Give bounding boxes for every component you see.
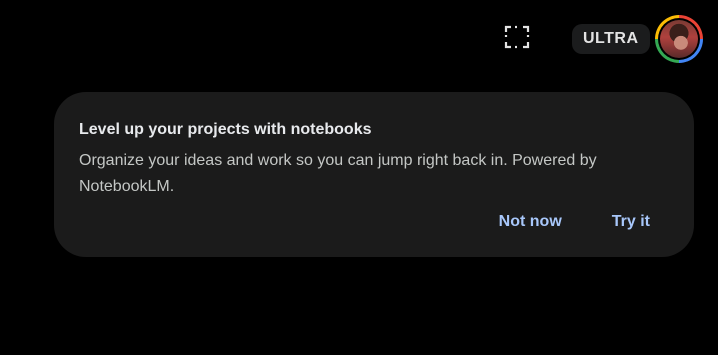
account-avatar-button[interactable] xyxy=(655,15,703,63)
try-it-button[interactable]: Try it xyxy=(598,209,664,235)
promo-description: Organize your ideas and work so you can … xyxy=(79,152,597,195)
plan-badge[interactable]: ULTRA xyxy=(572,24,650,54)
avatar xyxy=(660,20,698,58)
avatar-border xyxy=(658,18,700,60)
screenshot-selection-icon xyxy=(504,25,530,54)
top-bar: ULTRA xyxy=(0,0,718,80)
notebooks-promo-card: Level up your projects with notebooks Or… xyxy=(54,92,694,257)
screenshot-selection-button[interactable] xyxy=(500,23,534,55)
promo-actions: Not now Try it xyxy=(485,209,664,235)
promo-title: Level up your projects with notebooks xyxy=(79,121,372,138)
not-now-button[interactable]: Not now xyxy=(485,209,576,235)
